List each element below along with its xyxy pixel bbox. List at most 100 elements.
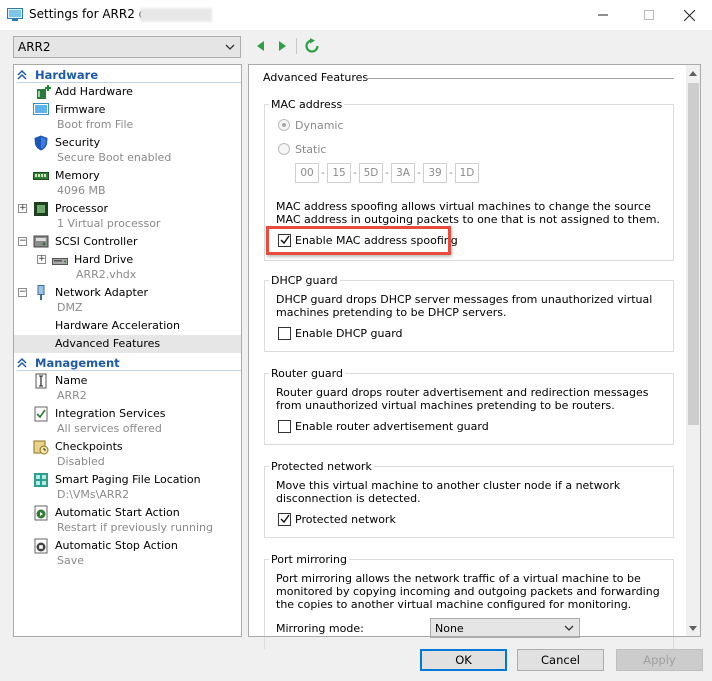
hardware-section-header[interactable]: Hardware: [14, 67, 241, 83]
tree-item-label: SCSI Controller: [55, 235, 138, 248]
dhcp-guard-checkbox[interactable]: [278, 327, 291, 340]
tree-item-detail: ARR2.vhdx: [76, 268, 137, 281]
smart-paging-icon: [34, 473, 48, 487]
tree-item-detail: 1 Virtual processor: [57, 217, 161, 230]
tree-item-automatic-stop[interactable]: Automatic Stop Action Save: [14, 538, 241, 571]
tree-item-label: Firmware: [55, 103, 106, 116]
mac-address-title: MAC address: [269, 98, 345, 111]
protected-network-title: Protected network: [269, 460, 374, 473]
integration-services-icon: [34, 406, 48, 422]
panel-bottom-border: [249, 636, 700, 637]
protected-network-checkbox[interactable]: [278, 513, 291, 526]
tree-item-label: Hardware Acceleration: [55, 319, 180, 332]
collapse-icon[interactable]: −: [18, 288, 27, 297]
scroll-up-icon[interactable]: [686, 66, 700, 80]
mac-octet-input[interactable]: 1D: [455, 163, 479, 183]
scroll-down-icon[interactable]: [686, 622, 700, 636]
tree-item-automatic-start[interactable]: Automatic Start Action Restart if previo…: [14, 505, 241, 538]
tree-item-checkpoints[interactable]: Checkpoints Disabled: [14, 439, 241, 472]
refresh-icon[interactable]: [304, 38, 320, 54]
scrollbar-thumb[interactable]: [688, 83, 699, 425]
collapse-icon[interactable]: −: [18, 237, 27, 246]
add-hardware-icon: [37, 85, 51, 99]
mac-octet-input[interactable]: 39: [423, 163, 447, 183]
tree-item-detail: 4096 MB: [57, 184, 106, 197]
tree-item-label: Automatic Start Action: [55, 506, 180, 519]
mac-spoofing-description: MAC address spoofing allows virtual mach…: [276, 200, 660, 226]
mac-octet-input[interactable]: 00: [295, 163, 319, 183]
tree-item-label: Hard Drive: [74, 253, 134, 266]
tree-item-detail: DMZ: [57, 301, 83, 314]
section-divider: [17, 370, 241, 371]
tree-item-security[interactable]: Security Secure Boot enabled: [14, 135, 241, 168]
processor-icon: [34, 202, 48, 216]
tree-item-integration-services[interactable]: Integration Services All services offere…: [14, 406, 241, 439]
tree-item-label: Checkpoints: [55, 440, 123, 453]
collapse-chevron-icon: [17, 357, 27, 368]
tree-item-network-adapter[interactable]: − Network Adapter DMZ: [14, 285, 241, 318]
management-section-label: Management: [35, 356, 120, 370]
tree-item-label: Name: [55, 374, 88, 387]
chevron-down-icon: [564, 625, 574, 631]
vm-selector-value: ARR2: [18, 40, 51, 54]
tree-item-smart-paging[interactable]: Smart Paging File Location D:\VMs\ARR2: [14, 472, 241, 505]
minimize-icon[interactable]: [580, 0, 626, 30]
tree-item-firmware[interactable]: Firmware Boot from File: [14, 102, 241, 135]
cancel-button[interactable]: Cancel: [517, 649, 604, 671]
router-guard-checkbox[interactable]: [278, 420, 291, 433]
management-section-header[interactable]: Management: [14, 355, 241, 371]
close-icon[interactable]: [666, 0, 712, 30]
firmware-icon: [33, 103, 49, 115]
dynamic-radio[interactable]: [278, 119, 290, 131]
dhcp-guard-title: DHCP guard: [269, 274, 340, 287]
tree-item-detail: Secure Boot enabled: [57, 151, 172, 164]
tree-item-detail: Boot from File: [57, 118, 134, 131]
mirroring-mode-dropdown[interactable]: None: [430, 618, 580, 638]
static-radio[interactable]: [278, 143, 290, 155]
expand-icon[interactable]: +: [18, 204, 27, 213]
mirroring-mode-label: Mirroring mode:: [276, 622, 364, 635]
window-title: Settings for ARR2 on: [29, 7, 154, 21]
tree-item-memory[interactable]: Memory 4096 MB: [14, 168, 241, 201]
tree-item-hardware-acceleration[interactable]: Hardware Acceleration: [14, 318, 241, 335]
tree-item-processor[interactable]: + Processor 1 Virtual processor: [14, 201, 241, 234]
router-guard-title: Router guard: [269, 367, 345, 380]
ok-button[interactable]: OK: [420, 649, 507, 671]
previous-arrow-icon[interactable]: [253, 38, 269, 54]
mac-separator: -: [385, 166, 389, 179]
checkmark-icon: [280, 514, 290, 524]
tree-item-scsi-controller[interactable]: − SCSI Controller: [14, 234, 241, 251]
page-title: Advanced Features: [263, 71, 369, 84]
shield-icon: [34, 135, 48, 151]
vm-selector-dropdown[interactable]: ARR2: [13, 36, 241, 58]
annotation-highlight-box: [266, 226, 451, 255]
mac-octet-input[interactable]: 3A: [391, 163, 415, 183]
expand-icon[interactable]: +: [37, 255, 46, 264]
mac-separator: -: [417, 166, 421, 179]
tree-item-label: Processor: [55, 202, 108, 215]
redacted-host-name: [140, 8, 212, 22]
mac-separator: -: [321, 166, 325, 179]
tree-item-label: Add Hardware: [55, 85, 133, 98]
title-rule: [364, 78, 674, 79]
mac-octet-input[interactable]: 5D: [359, 163, 383, 183]
tree-item-hard-drive[interactable]: + Hard Drive ARR2.vhdx: [14, 252, 241, 285]
tree-item-detail: All services offered: [57, 422, 162, 435]
apply-button[interactable]: Apply: [616, 649, 703, 671]
static-radio-label: Static: [295, 143, 327, 156]
tree-item-advanced-features[interactable]: Advanced Features: [14, 336, 241, 353]
next-arrow-icon[interactable]: [274, 38, 290, 54]
mac-octet-input[interactable]: 15: [327, 163, 351, 183]
protected-network-label: Protected network: [295, 513, 396, 526]
dhcp-guard-description: DHCP guard drops DHCP server messages fr…: [276, 293, 653, 319]
settings-app-icon: [7, 8, 23, 21]
mirroring-mode-value: None: [435, 622, 464, 635]
memory-icon: [33, 172, 49, 180]
tree-item-name[interactable]: Name ARR2: [14, 373, 241, 406]
tree-item-detail: D:\VMs\ARR2: [57, 488, 130, 501]
tree-item-detail: Save: [57, 554, 85, 567]
dhcp-guard-label: Enable DHCP guard: [295, 327, 403, 340]
dynamic-radio-label: Dynamic: [295, 119, 344, 132]
collapse-chevron-icon: [17, 69, 27, 80]
tree-item-add-hardware[interactable]: Add Hardware: [14, 84, 241, 101]
